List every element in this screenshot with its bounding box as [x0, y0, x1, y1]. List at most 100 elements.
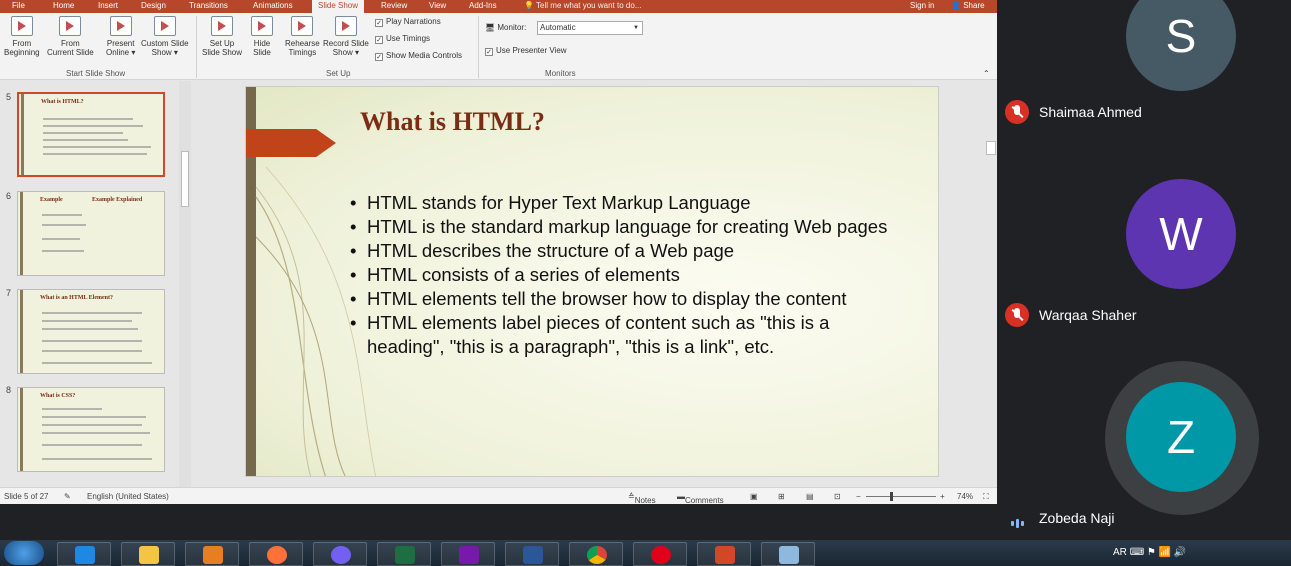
tab-file[interactable]: File — [12, 0, 25, 13]
share-button[interactable]: 👤 Share — [951, 0, 985, 11]
from-current-slide-button[interactable]: From Current Slide — [47, 16, 94, 57]
comments-button[interactable]: ▬ Comments — [677, 492, 724, 504]
network-icon[interactable]: 📶 — [1159, 547, 1171, 558]
bullet-item: HTML elements tell the browser how to di… — [350, 287, 910, 311]
sign-in-link[interactable]: Sign in — [910, 0, 934, 11]
lightbulb-icon: 💡 — [524, 1, 537, 10]
chevron-down-icon: ▼ — [633, 25, 639, 31]
windows-taskbar: AR ⌨ ⚑ 📶 🔊 — [0, 540, 1291, 566]
tab-insert[interactable]: Insert — [98, 0, 118, 13]
thumb-line — [42, 328, 138, 330]
label: Monitor: — [497, 23, 527, 32]
mic-off-icon — [1005, 100, 1029, 124]
record-slide-show-button[interactable]: Record Slide Show ▾ — [323, 16, 369, 57]
slide-thumbnail-7[interactable]: What is an HTML Element? — [17, 289, 165, 374]
keyboard-icon[interactable]: ⌨ — [1130, 547, 1144, 558]
hide-slide-icon — [251, 16, 273, 36]
set-up-slide-show-button[interactable]: Set Up Slide Show — [202, 16, 242, 57]
windows-start-icon[interactable] — [4, 541, 44, 565]
media-player-icon[interactable] — [185, 542, 239, 566]
tab-view[interactable]: View — [429, 0, 446, 13]
hide-slide-button[interactable]: Hide Slide — [251, 16, 273, 57]
globe-icon — [109, 16, 132, 36]
paint-icon[interactable] — [761, 542, 815, 566]
label: Notes — [634, 496, 656, 504]
use-presenter-view-checkbox[interactable]: ✓ Use Presenter View — [485, 46, 567, 56]
label: Slide — [253, 48, 271, 57]
reading-view-icon[interactable]: ▤ — [806, 492, 814, 501]
checkmark-icon: ✓ — [375, 53, 383, 61]
scrollbar-thumb[interactable] — [986, 141, 996, 155]
slideshow-view-icon[interactable]: ⊡ — [834, 492, 841, 501]
rehearse-timings-button[interactable]: Rehearse Timings — [285, 16, 320, 57]
onenote-icon[interactable] — [441, 542, 495, 566]
thumb-title: Example Explained — [92, 197, 143, 203]
fit-slide-icon[interactable]: ⛶ — [983, 492, 989, 502]
show-media-controls-checkbox[interactable]: ✓ Show Media Controls — [375, 51, 462, 61]
tell-me-box[interactable]: 💡 Tell me what you want to do... — [524, 0, 641, 11]
excel-icon[interactable] — [377, 542, 431, 566]
from-beginning-button[interactable]: From Beginning — [4, 16, 40, 57]
thumb-line — [42, 444, 142, 446]
normal-view-icon[interactable]: ▣ — [750, 492, 758, 501]
thumb-bar — [20, 388, 23, 471]
file-explorer-icon[interactable] — [121, 542, 175, 566]
language-indicator[interactable]: English (United States) — [87, 492, 169, 501]
checkmark-icon: ✓ — [375, 19, 383, 27]
bullet-item: HTML describes the structure of a Web pa… — [350, 239, 910, 263]
thumbnails-scrollbar[interactable] — [179, 81, 191, 487]
slide-sorter-icon[interactable]: ⊞ — [778, 492, 785, 501]
slide-title[interactable]: What is HTML? — [360, 107, 545, 137]
tab-animations[interactable]: Animations — [253, 0, 293, 13]
tab-slide-show[interactable]: Slide Show — [312, 0, 365, 13]
group-divider — [478, 16, 479, 78]
slide-bullets[interactable]: HTML stands for Hyper Text Markup Langua… — [350, 191, 910, 359]
chrome-icon[interactable] — [569, 542, 623, 566]
zoom-slider[interactable] — [866, 492, 936, 501]
ribbon: From Beginning From Current Slide Present O… — [0, 13, 997, 80]
internet-explorer-icon[interactable] — [57, 542, 111, 566]
tab-transitions[interactable]: Transitions — [189, 0, 228, 13]
label: Use Timings — [386, 34, 431, 43]
label: Show ▾ — [332, 48, 360, 57]
flag-icon[interactable]: ⚑ — [1147, 547, 1156, 558]
slide-canvas[interactable]: What is HTML? HTML stands for Hyper Text… — [245, 86, 939, 477]
collapse-ribbon-icon[interactable]: ⌃ — [983, 69, 990, 78]
spelling-icon[interactable]: ✎ — [64, 492, 71, 501]
slide-thumbnail-8[interactable]: What is CSS? — [17, 387, 165, 472]
label: Hide — [253, 39, 271, 48]
thumb-bar — [20, 290, 23, 373]
use-timings-checkbox[interactable]: ✓ Use Timings — [375, 34, 430, 44]
label: Set Up — [209, 39, 235, 48]
play-narrations-checkbox[interactable]: ✓ Play Narrations — [375, 17, 441, 27]
zoom-in-icon[interactable]: + — [940, 492, 945, 501]
tab-home[interactable]: Home — [53, 0, 74, 13]
meeting-participants-panel: S Shaimaa Ahmed W Warqaa Shaher Z Zobeda… — [997, 0, 1291, 540]
tab-add-ins[interactable]: Add-Ins — [469, 0, 497, 13]
monitor-select[interactable]: Automatic ▼ — [537, 21, 643, 35]
powerpoint-icon[interactable] — [697, 542, 751, 566]
viber-icon[interactable] — [313, 542, 367, 566]
keyboard-language[interactable]: AR — [1113, 547, 1127, 558]
tab-design[interactable]: Design — [141, 0, 166, 13]
scrollbar-thumb[interactable] — [181, 151, 189, 207]
notes-button[interactable]: ≙ Notes — [628, 492, 656, 504]
label: Record Slide — [323, 39, 369, 48]
present-online-button[interactable]: Present Online ▾ — [106, 16, 135, 57]
thumb-line — [42, 408, 102, 410]
volume-icon[interactable]: 🔊 — [1174, 547, 1186, 558]
bullet-item: HTML elements label pieces of content su… — [350, 311, 910, 359]
custom-slide-show-button[interactable]: Custom Slide Show ▾ — [141, 16, 189, 57]
slide-thumbnail-6[interactable]: Example Example Explained — [17, 191, 165, 276]
tab-review[interactable]: Review — [381, 0, 407, 13]
editor-scrollbar[interactable] — [985, 81, 997, 487]
slide-thumbnail-5[interactable]: What is HTML? — [17, 92, 165, 177]
thumb-line — [42, 312, 142, 314]
custom-show-icon — [153, 16, 176, 36]
zoom-out-icon[interactable]: − — [856, 492, 861, 501]
firefox-icon[interactable] — [249, 542, 303, 566]
opera-icon[interactable] — [633, 542, 687, 566]
zoom-level[interactable]: 74% — [957, 492, 973, 501]
thumb-number: 6 — [6, 191, 12, 201]
word-icon[interactable] — [505, 542, 559, 566]
